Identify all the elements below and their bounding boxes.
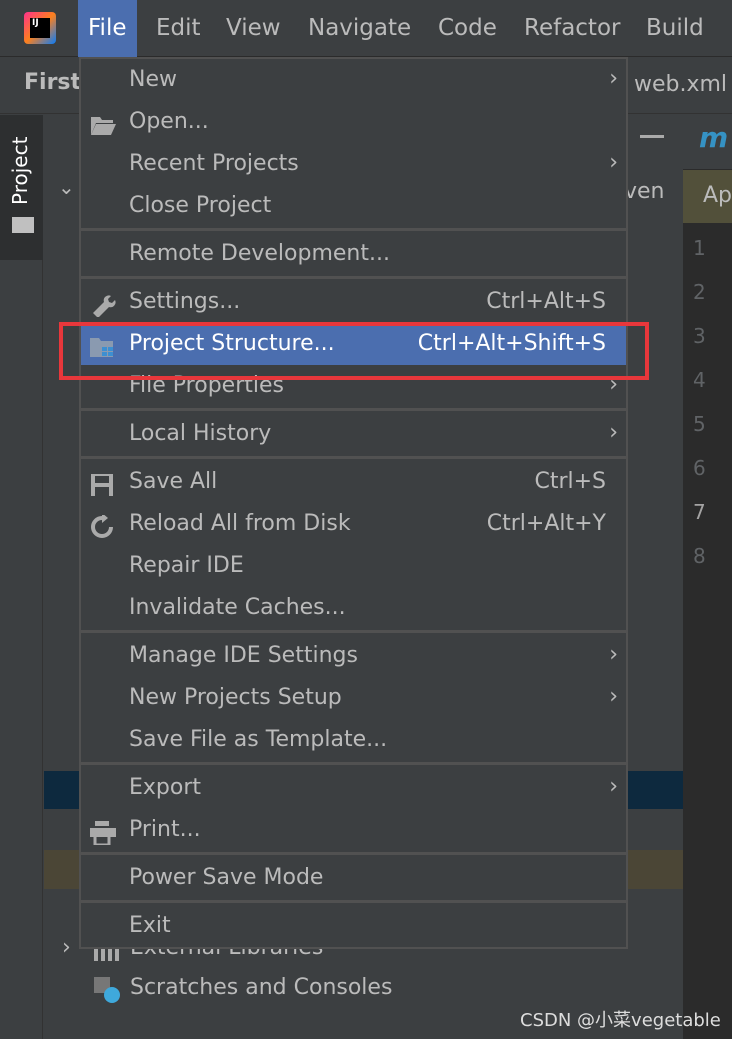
project-tool-tab[interactable]: Project	[0, 115, 43, 260]
chevron-right-icon[interactable]: ›	[62, 935, 71, 960]
menu-item-recent-projects[interactable]: Recent Projects ›	[81, 143, 626, 185]
maven-label: ven	[624, 179, 665, 204]
menu-item-label: Export	[129, 775, 202, 800]
tree-scratches-and-consoles[interactable]: Scratches and Consoles	[130, 975, 392, 1000]
menu-separator	[81, 228, 626, 231]
chevron-down-icon[interactable]: ⌄	[58, 175, 75, 199]
file-menu: New › Open... Recent Projects › Close Project…	[79, 57, 628, 949]
line-number: 5	[693, 412, 706, 436]
intellij-logo: IJ	[24, 12, 56, 44]
wrench-icon	[89, 290, 117, 318]
menu-item-local-history[interactable]: Local History ›	[81, 413, 626, 455]
line-number: 1	[693, 236, 706, 260]
menu-item-power-save-mode[interactable]: Power Save Mode	[81, 857, 626, 899]
chevron-right-icon: ›	[609, 774, 618, 799]
menu-separator	[81, 762, 626, 765]
menu-navigate[interactable]: Navigate	[298, 0, 421, 57]
menu-item-label: Exit	[129, 913, 171, 938]
menu-item-label: Power Save Mode	[129, 865, 324, 890]
print-icon	[89, 818, 117, 847]
chevron-right-icon: ›	[609, 420, 618, 445]
menu-edit[interactable]: Edit	[146, 0, 211, 57]
line-number: 2	[693, 280, 706, 304]
menu-item-export[interactable]: Export ›	[81, 767, 626, 809]
watermark: CSDN @小菜vegetable	[520, 1010, 721, 1031]
menu-item-new-projects-setup[interactable]: New Projects Setup ›	[81, 677, 626, 719]
chevron-right-icon: ›	[609, 66, 618, 91]
menu-item-label: Settings...	[129, 289, 241, 314]
menu-separator	[81, 852, 626, 855]
menu-build[interactable]: Build	[636, 0, 714, 57]
menu-item-label: Save File as Template...	[129, 727, 388, 752]
menu-refactor[interactable]: Refactor	[514, 0, 630, 57]
folder-icon	[12, 217, 34, 233]
menu-view[interactable]: View	[216, 0, 291, 57]
menu-item-label: Reload All from Disk	[129, 511, 351, 536]
line-number: 3	[693, 324, 706, 348]
chevron-right-icon: ›	[609, 684, 618, 709]
menu-file[interactable]: File	[78, 0, 137, 57]
line-number: 7	[693, 500, 706, 524]
menu-item-invalidate-caches[interactable]: Invalidate Caches...	[81, 587, 626, 629]
scratches-icon	[94, 977, 120, 1003]
menu-item-label: Manage IDE Settings	[129, 643, 358, 668]
chevron-right-icon: ›	[609, 150, 618, 175]
line-number: 8	[693, 544, 706, 568]
line-number: 6	[693, 456, 706, 480]
menu-separator	[81, 456, 626, 459]
menu-item-label: Invalidate Caches...	[129, 595, 346, 620]
menu-item-new[interactable]: New ›	[81, 59, 626, 101]
menu-item-open[interactable]: Open...	[81, 101, 626, 143]
menu-item-label: Local History	[129, 421, 272, 446]
menu-item-label: Remote Development...	[129, 241, 390, 266]
editor-tab-fragment[interactable]: Ap	[703, 183, 732, 208]
highlight-annotation-box	[59, 322, 649, 380]
menu-item-label: New	[129, 67, 177, 92]
menu-separator	[81, 276, 626, 279]
menu-item-remote-development[interactable]: Remote Development...	[81, 233, 626, 275]
menu-separator	[81, 408, 626, 411]
menu-item-label: Open...	[129, 109, 209, 134]
menu-bar: IJ File Edit View Navigate Code Refactor…	[0, 0, 732, 57]
menu-item-save-all[interactable]: Save All Ctrl+S	[81, 461, 626, 503]
folder-open-icon	[89, 110, 117, 135]
menu-item-shortcut: Ctrl+Alt+Y	[486, 511, 606, 536]
menu-item-settings[interactable]: Settings... Ctrl+Alt+S	[81, 281, 626, 323]
menu-item-label: Print...	[129, 817, 201, 842]
menu-item-label: Repair IDE	[129, 553, 244, 578]
menu-item-manage-ide-settings[interactable]: Manage IDE Settings ›	[81, 635, 626, 677]
menu-item-close-project[interactable]: Close Project	[81, 185, 626, 227]
menu-item-shortcut: Ctrl+S	[534, 469, 606, 494]
line-number: 4	[693, 368, 706, 392]
menu-item-label: New Projects Setup	[129, 685, 342, 710]
menu-item-exit[interactable]: Exit	[81, 905, 626, 947]
menu-code[interactable]: Code	[428, 0, 507, 57]
menu-item-label: Close Project	[129, 193, 272, 218]
menu-item-print[interactable]: Print...	[81, 809, 626, 851]
module-tab-fragment[interactable]: m	[699, 121, 728, 154]
chevron-right-icon: ›	[609, 642, 618, 667]
menu-item-repair-ide[interactable]: Repair IDE	[81, 545, 626, 587]
minimize-icon[interactable]	[640, 135, 664, 138]
editor-area: m Ap	[683, 115, 732, 1039]
project-tab-label: Project	[8, 136, 32, 205]
tab-web-xml[interactable]: web.xml	[634, 72, 727, 97]
menu-item-reload-all-from-disk[interactable]: Reload All from Disk Ctrl+Alt+Y	[81, 503, 626, 545]
menu-item-label: Recent Projects	[129, 151, 299, 176]
menu-item-label: Save All	[129, 469, 218, 494]
reload-icon	[89, 512, 117, 538]
menu-separator	[81, 630, 626, 633]
menu-item-save-file-as-template[interactable]: Save File as Template...	[81, 719, 626, 761]
save-icon	[89, 470, 117, 496]
menu-separator	[81, 900, 626, 903]
project-breadcrumb[interactable]: First	[24, 70, 81, 95]
menu-item-shortcut: Ctrl+Alt+S	[486, 289, 606, 314]
